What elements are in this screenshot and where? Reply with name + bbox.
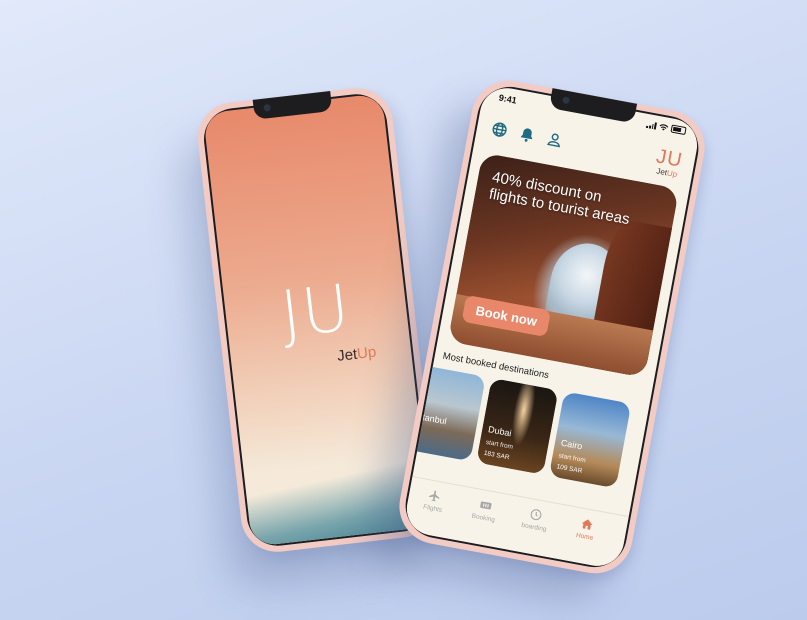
home-icon	[579, 517, 594, 532]
globe-icon[interactable]	[490, 120, 510, 140]
splash-monogram: JU	[277, 271, 355, 353]
destination-card[interactable]: Cairo start from 109 SAR	[548, 391, 632, 489]
signal-icon	[645, 120, 658, 130]
destination-name: Dubai	[487, 424, 513, 439]
wordmark-prefix: Jet	[336, 345, 359, 365]
top-actions	[490, 120, 565, 150]
clock-icon	[529, 507, 544, 522]
brand-logo: JU JetUp	[653, 145, 684, 180]
tab-label: boarding	[520, 521, 547, 534]
destination-price: 183 SAR	[483, 449, 511, 462]
status-icons	[645, 120, 687, 136]
destination-card[interactable]: Dubai start from 183 SAR	[476, 377, 559, 475]
splash-wordmark: JetUp	[336, 344, 377, 365]
destination-name: Cairo	[560, 437, 584, 452]
splash-screen: JU JetUp	[202, 93, 432, 547]
home-screen: 9:41 JU JetUp 40% discount on flights to…	[402, 83, 702, 571]
splash-logo: JU	[223, 270, 409, 354]
plane-icon	[427, 488, 442, 503]
tab-booking[interactable]: Booking	[459, 487, 508, 547]
tab-label: Booking	[471, 512, 496, 524]
tab-flights[interactable]: Flights	[408, 478, 457, 538]
tab-label: Flights	[422, 503, 443, 514]
tab-boarding[interactable]: boarding	[509, 497, 558, 557]
home-phone: 9:41 JU JetUp 40% discount on flights to…	[393, 74, 711, 580]
battery-icon	[670, 124, 687, 136]
camera-dot	[561, 96, 571, 105]
wifi-icon	[659, 123, 669, 131]
status-time: 9:41	[498, 92, 518, 106]
mockup-stage: JU JetUp 9:41 JU JetUp 40% discount on f…	[0, 0, 807, 620]
ticket-icon	[478, 498, 493, 513]
tab-home[interactable]: Home	[560, 506, 609, 566]
promo-banner[interactable]: 40% discount on flights to tourist areas…	[447, 152, 680, 378]
bell-icon[interactable]	[517, 125, 537, 145]
user-icon[interactable]	[545, 130, 565, 150]
brand-suffix: Up	[666, 168, 678, 180]
wordmark-suffix: Up	[356, 343, 378, 363]
destination-start-label: start from	[485, 438, 514, 451]
destination-price: 109 SAR	[555, 463, 583, 475]
camera-dot	[263, 103, 272, 112]
destination-start-label: start from	[557, 452, 587, 465]
tab-label: Home	[575, 531, 594, 542]
promo-headline: 40% discount on flights to tourist areas	[487, 168, 631, 229]
